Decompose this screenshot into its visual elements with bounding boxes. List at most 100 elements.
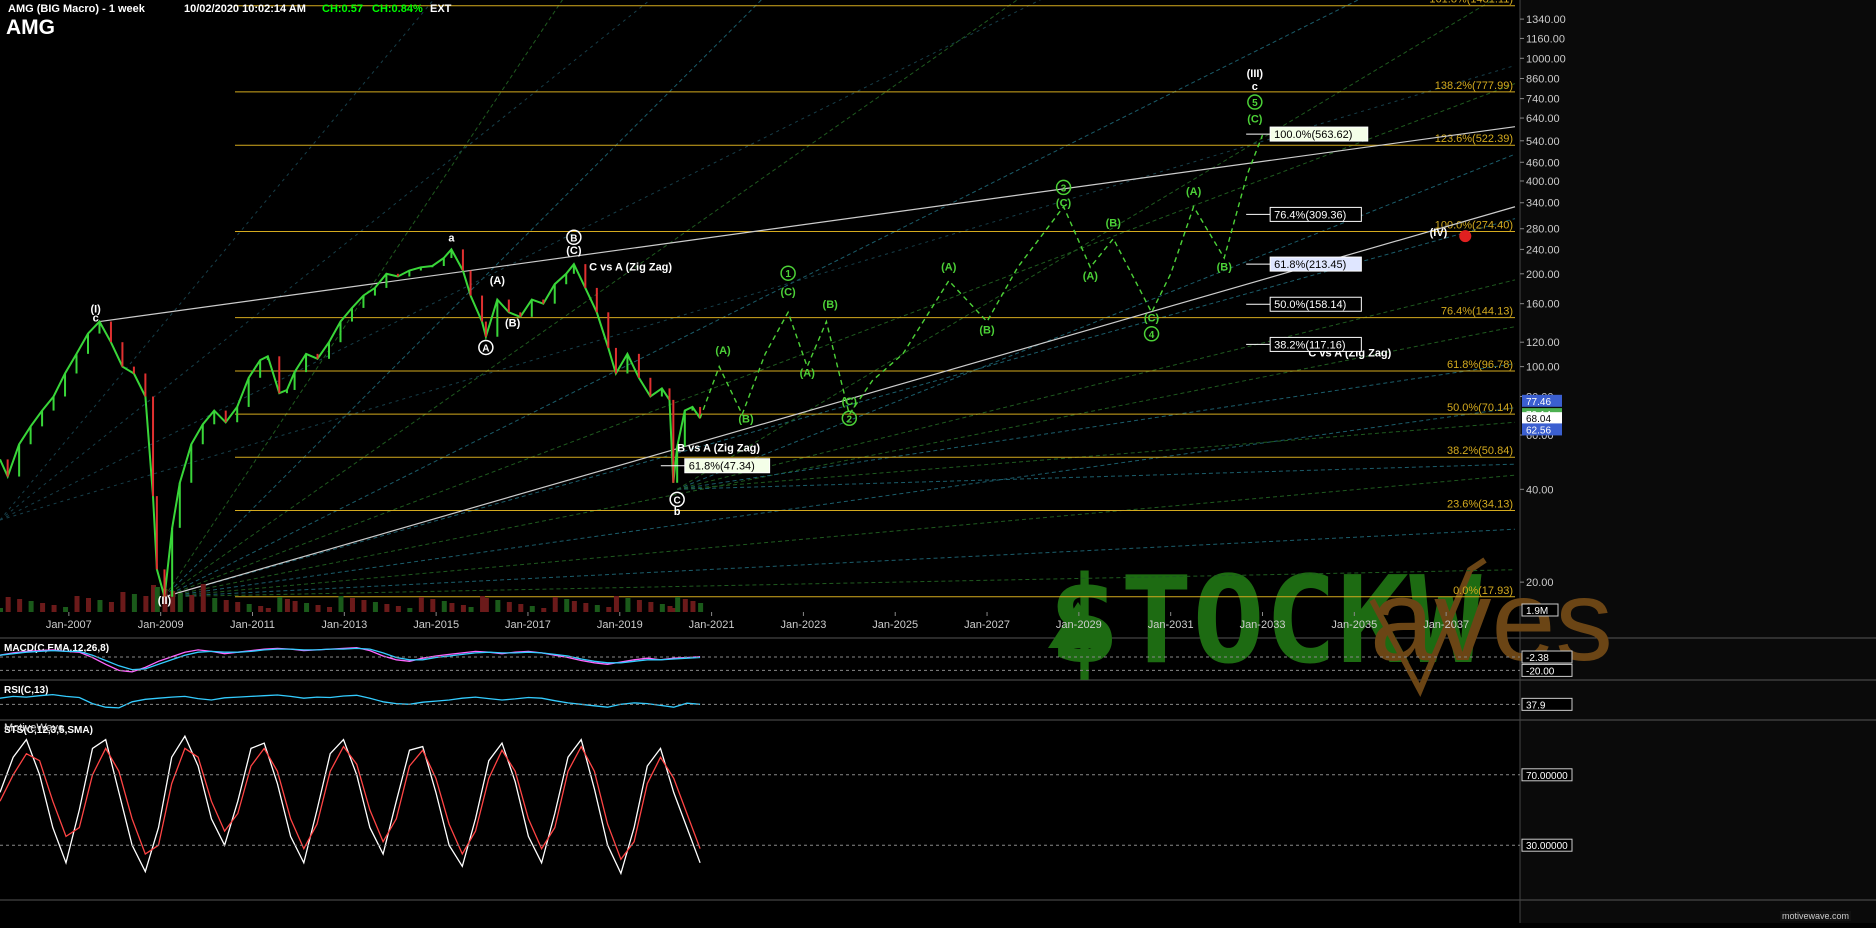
x-tick-label: Jan-2029 [1056, 619, 1102, 631]
y-tick-label: 200.00 [1526, 269, 1560, 281]
alert-icon [1459, 230, 1472, 243]
volume-bar [659, 604, 665, 612]
wave-label: (C) [1144, 313, 1160, 325]
y-axis-area [1520, 0, 1876, 923]
x-tick-label: Jan-2017 [505, 619, 551, 631]
wave-label: 2 [847, 414, 853, 425]
y-tick-label: 1160.00 [1526, 33, 1565, 45]
volume-bar [395, 606, 401, 612]
fib-level-label: 23.6%(34.13) [1447, 499, 1513, 511]
wave-label: (A) [941, 261, 957, 273]
wave-label: a [448, 232, 455, 244]
volume-bar [594, 605, 600, 612]
rsi-badge-label: 37.9 [1526, 700, 1546, 711]
fib-level-label: 61.8%(96.78) [1447, 359, 1513, 371]
wave-label: 5 [1252, 98, 1258, 109]
volume-bar [143, 596, 149, 612]
volume-bar [418, 597, 424, 612]
change-value: CH:0.57 [322, 3, 363, 15]
wave-label: (IV) [1430, 227, 1448, 239]
fib-level-label: 123.6%(522.39) [1435, 133, 1513, 145]
volume-bar [51, 605, 57, 612]
chart-area: $TOCKWaves 161.8%(1481.11)138.2%(777.99)… [0, 0, 1876, 923]
volume-bar [372, 602, 378, 612]
fib-target-label: 61.8%(47.34) [689, 461, 755, 473]
y-tick-label: 120.00 [1526, 337, 1560, 349]
y-tick-label: 640.00 [1526, 113, 1560, 125]
wave-label: (III) [1247, 68, 1264, 80]
x-tick-label: Jan-2025 [872, 619, 918, 631]
x-tick-label: Jan-2015 [413, 619, 459, 631]
volume-bar [108, 602, 114, 612]
volume-bar [17, 599, 23, 612]
y-tick-label: 1340.00 [1526, 14, 1566, 26]
y-tick-label: 540.00 [1526, 136, 1560, 148]
wave-label: (B) [979, 325, 995, 337]
x-tick-label: Jan-2027 [964, 619, 1010, 631]
fib-level-label: 138.2%(777.99) [1435, 80, 1513, 92]
volume-bar [407, 608, 413, 612]
wave-label: (B) [1106, 217, 1122, 229]
y-tick-label: 400.00 [1526, 176, 1560, 188]
volume-bar [361, 600, 367, 612]
volume-bar [0, 608, 3, 612]
wave-label: (C) [566, 245, 582, 257]
macd-badge-label: -20.00 [1526, 666, 1555, 677]
fib-target-label: 50.0%(158.14) [1274, 299, 1346, 311]
y-tick-label: 20.00 [1526, 577, 1554, 589]
volume-bar [698, 603, 704, 612]
fib-level-label: 38.2%(50.84) [1447, 445, 1513, 457]
wave-label: (C) [842, 396, 858, 408]
volume-bar [648, 602, 654, 612]
price-badge-label: 77.46 [1526, 397, 1551, 408]
volume-bar [131, 594, 137, 612]
fib-level-label: 0.0%(17.93) [1453, 585, 1513, 597]
volume-bar [583, 603, 589, 612]
fib-target-label: 38.2%(117.16) [1274, 339, 1345, 351]
rsi-title: RSI(C,13) [4, 685, 48, 696]
footer-watermark: motivewave.com [1780, 911, 1852, 921]
volume-bar [441, 601, 447, 612]
volume-bar [675, 597, 681, 612]
fib-level-label: 50.0%(70.14) [1447, 402, 1513, 414]
volume-bar [682, 599, 688, 612]
symbol-label: AMG [6, 16, 55, 39]
volume-badge-label: 1.9M [1526, 606, 1548, 617]
volume-bar [430, 599, 436, 612]
x-tick-label: Jan-2013 [321, 619, 367, 631]
volume-bar [63, 607, 69, 612]
fib-level-label: 76.4%(144.13) [1441, 306, 1513, 318]
wave-label: (A) [1186, 186, 1202, 198]
annotation-label: C vs A (Zig Zag) [589, 261, 672, 273]
volume-bar [349, 598, 355, 612]
x-tick-label: Jan-2031 [1148, 619, 1194, 631]
volume-bar [189, 595, 195, 612]
x-tick-label: Jan-2011 [230, 619, 275, 631]
y-tick-label: 860.00 [1526, 73, 1560, 85]
volume-bar [40, 603, 46, 612]
volume-bar [277, 597, 283, 612]
y-tick-label: 280.00 [1526, 224, 1560, 236]
x-tick-label: Jan-2009 [138, 619, 184, 631]
x-tick-label: Jan-2007 [46, 619, 92, 631]
volume-bar [246, 604, 252, 612]
stoch-badge-label: 30.00000 [1526, 841, 1568, 852]
volume-bar [613, 596, 619, 612]
volume-bar [177, 593, 183, 612]
volume-bar [468, 607, 474, 612]
chart-title: AMG (BIG Macro) - 1 week [8, 3, 145, 15]
wave-label: 3 [1061, 183, 1067, 194]
wave-label: (B) [823, 299, 839, 311]
wave-label: (C) [780, 287, 796, 299]
volume-bar [304, 603, 310, 612]
volume-bar [315, 605, 321, 612]
volume-bar [571, 601, 577, 612]
volume-bar [5, 597, 11, 612]
wave-label: A [482, 343, 489, 354]
volume-bar [518, 604, 524, 612]
wave-label: 4 [1149, 330, 1155, 341]
fib-level-label: 161.8%(1481.11) [1429, 0, 1513, 6]
wave-label: b [674, 506, 681, 518]
volume-bar [636, 600, 642, 612]
volume-bar [690, 601, 696, 612]
